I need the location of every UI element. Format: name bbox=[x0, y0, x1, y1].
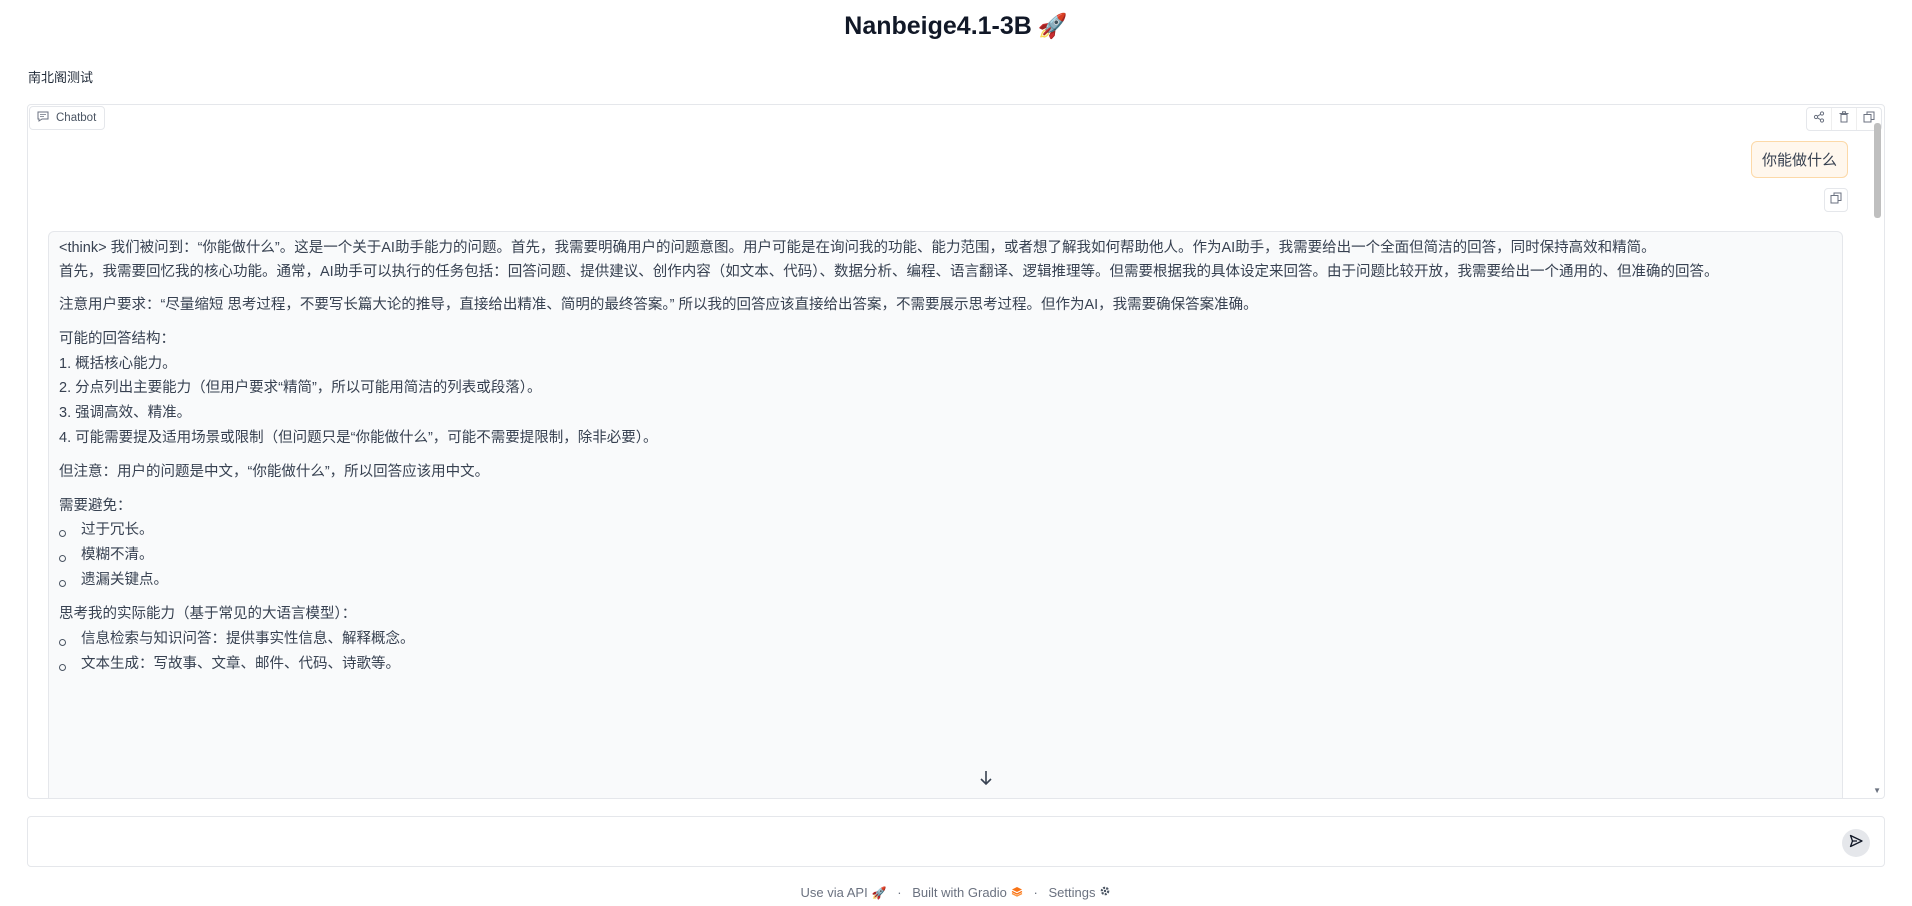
separator: · bbox=[1033, 885, 1038, 900]
built-with-gradio-text: Built with Gradio bbox=[912, 885, 1007, 900]
trash-icon bbox=[1838, 110, 1850, 128]
user-message: 你能做什么 bbox=[1750, 141, 1848, 178]
list-item: 模糊不清。 bbox=[59, 543, 1832, 568]
use-via-api-text: Use via API bbox=[800, 885, 868, 900]
subtitle: 南北阁测试 bbox=[28, 70, 94, 85]
scrollbar-thumb[interactable] bbox=[1874, 123, 1881, 218]
chatbot-label: Chatbot bbox=[29, 106, 106, 130]
list-item: 4. 可能需要提及适用场景或限制（但问题只是“你能做什么”，可能不需要提限制，除… bbox=[59, 430, 658, 446]
list-item: 2. 分点列出主要能力（但用户要求“精简”，所以可能用简洁的列表或段落）。 bbox=[59, 380, 542, 396]
send-icon bbox=[1849, 834, 1863, 853]
arrow-down-icon bbox=[979, 770, 993, 791]
scrollbar[interactable] bbox=[1872, 123, 1882, 791]
bot-paragraph: 注意用户要求：“尽量缩短 思考过程，不要写长篇大论的推导，直接给出精准、简明的最… bbox=[59, 297, 1258, 313]
app-title-text: Nanbeige4.1-3B bbox=[844, 12, 1032, 40]
numbered-list: 1. 概括核心能力。 2. 分点列出主要能力（但用户要求“精简”，所以可能用简洁… bbox=[59, 352, 1832, 451]
settings-text: Settings bbox=[1048, 885, 1096, 900]
bot-heading: 思考我的实际能力（基于常见的大语言模型）： bbox=[59, 606, 357, 622]
scroll-to-bottom-button[interactable] bbox=[975, 769, 997, 791]
bullet-list: 信息检索与知识问答：提供事实性信息、解释概念。 文本生成：写故事、文章、邮件、代… bbox=[59, 627, 1832, 677]
copy-icon bbox=[1830, 191, 1842, 209]
bot-paragraph: 首先，我需要回忆我的核心功能。通常，AI助手可以执行的任务包括：回答问题、提供建… bbox=[59, 263, 1719, 280]
footer: Use via API 🚀 · Built with Gradio · Setti… bbox=[0, 885, 1912, 900]
share-button[interactable] bbox=[1807, 108, 1832, 130]
list-item: 过于冗长。 bbox=[59, 518, 1832, 543]
bullet-list: 过于冗长。 模糊不清。 遗漏关键点。 bbox=[59, 518, 1832, 593]
chat-bubble-icon bbox=[37, 111, 49, 125]
settings-link[interactable]: Settings bbox=[1049, 885, 1112, 900]
rocket-icon: 🚀 bbox=[1037, 13, 1068, 40]
app-title: Nanbeige4.1-3B 🚀 bbox=[0, 12, 1912, 41]
built-with-gradio-link[interactable]: Built with Gradio bbox=[912, 885, 1023, 900]
scrollbar-down-arrow[interactable]: ▼ bbox=[1873, 786, 1881, 795]
list-item: 遗漏关键点。 bbox=[59, 568, 1832, 593]
bot-heading: 可能的回答结构： bbox=[59, 330, 175, 347]
chatbot-panel: Chatbot 你能做什么 <think> 我们被问到：“你能做什么”。这是一个… bbox=[27, 104, 1885, 799]
share-icon bbox=[1813, 110, 1825, 128]
list-item: 1. 概括核心能力。 bbox=[59, 356, 177, 372]
bot-heading: 需要避免： bbox=[59, 497, 132, 514]
chatbot-label-text: Chatbot bbox=[56, 112, 97, 124]
message-input-row bbox=[27, 816, 1885, 867]
send-button[interactable] bbox=[1842, 829, 1870, 857]
clear-button[interactable] bbox=[1832, 108, 1857, 130]
use-via-api-link[interactable]: Use via API 🚀 bbox=[801, 885, 887, 900]
chatbot-toolbar bbox=[1806, 107, 1882, 131]
list-item: 文本生成：写故事、文章、邮件、代码、诗歌等。 bbox=[59, 652, 1832, 677]
bot-paragraph: <think> 我们被问到：“你能做什么”。这是一个关于AI助手能力的问题。首先… bbox=[59, 240, 1656, 256]
message-input[interactable] bbox=[42, 829, 1826, 857]
list-item: 3. 强调高效、精准。 bbox=[59, 405, 192, 421]
list-item: 信息检索与知识问答：提供事实性信息、解释概念。 bbox=[59, 627, 1832, 652]
gradio-logo-icon bbox=[1011, 886, 1023, 900]
copy-message-button[interactable] bbox=[1824, 188, 1848, 212]
rocket-icon: 🚀 bbox=[871, 886, 887, 900]
separator: · bbox=[897, 885, 902, 900]
bot-message: <think> 我们被问到：“你能做什么”。这是一个关于AI助手能力的问题。首先… bbox=[48, 231, 1843, 798]
gear-icon bbox=[1099, 886, 1111, 900]
bot-paragraph: 但注意：用户的问题是中文，“你能做什么”，所以回答应该用中文。 bbox=[59, 464, 490, 480]
